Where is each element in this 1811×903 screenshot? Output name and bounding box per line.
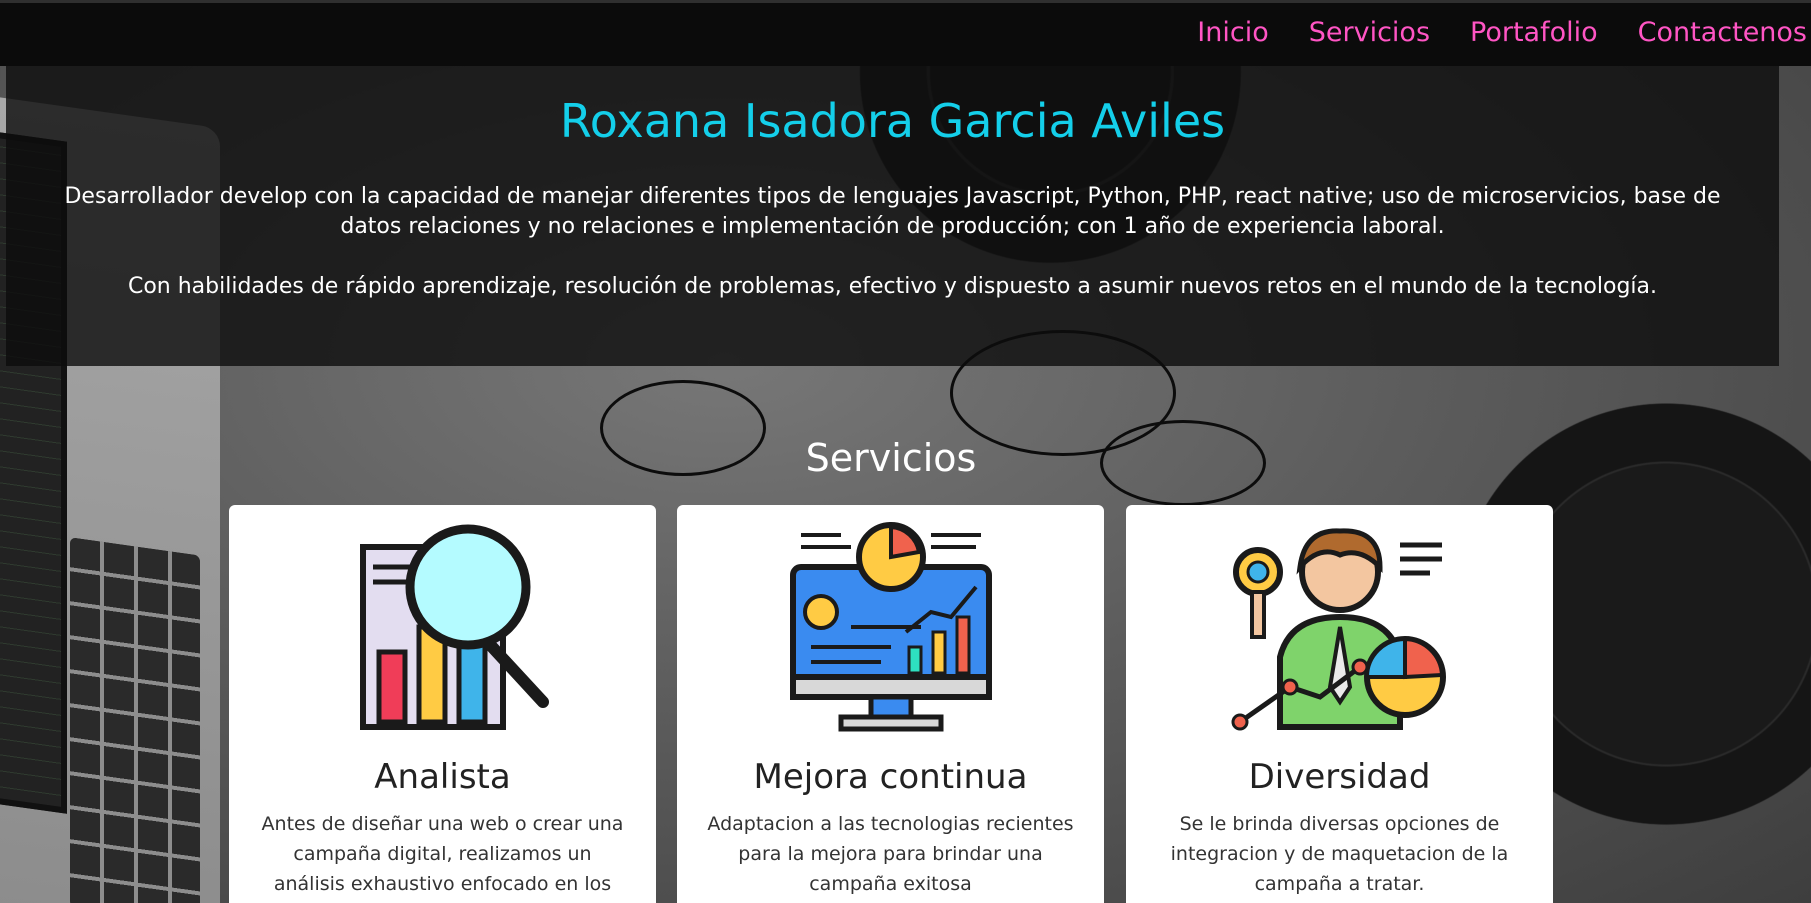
laptop-keyboard — [70, 537, 200, 903]
nav-link-inicio[interactable]: Inicio — [1197, 17, 1268, 48]
nav-link-servicios[interactable]: Servicios — [1309, 17, 1430, 48]
nav-link-portafolio[interactable]: Portafolio — [1470, 17, 1598, 48]
hero-skills: Con habilidades de rápido aprendizaje, r… — [127, 274, 1658, 299]
service-card-text: Antes de diseñar una web o crear una cam… — [261, 813, 624, 895]
service-card-title: Analista — [374, 757, 511, 797]
hero-description: Desarrollador develop con la capacidad d… — [64, 184, 1721, 239]
hero-title: Roxana Isadora Garcia Aviles — [559, 94, 1226, 148]
service-card-title: Diversidad — [1248, 757, 1431, 797]
nav-links: Inicio Servicios Portafolio Contactenos — [1197, 17, 1807, 48]
services-title: Servicios — [805, 436, 977, 480]
service-card-text: Se le brinda diversas opciones de integr… — [1170, 813, 1509, 895]
analyst-person-icon — [1231, 528, 1446, 731]
service-card-analista: Analista Antes de diseñar una web o crea… — [229, 505, 656, 903]
service-card-diversidad: Diversidad Se le brinda diversas opcione… — [1126, 505, 1553, 903]
service-card-title: Mejora continua — [753, 757, 1028, 797]
top-navbar: Inicio Servicios Portafolio Contactenos — [0, 0, 1811, 66]
magnifier-chart-icon — [359, 524, 549, 730]
service-card-text: Adaptacion a las tecnologias recientes p… — [707, 813, 1074, 895]
monitor-analytics-icon — [789, 522, 992, 732]
nav-link-contactenos[interactable]: Contactenos — [1638, 17, 1807, 48]
service-card-mejora-continua: Mejora continua Adaptacion a las tecnolo… — [677, 505, 1104, 903]
hero-section: Roxana Isadora Garcia Aviles Desarrollad… — [6, 66, 1779, 366]
